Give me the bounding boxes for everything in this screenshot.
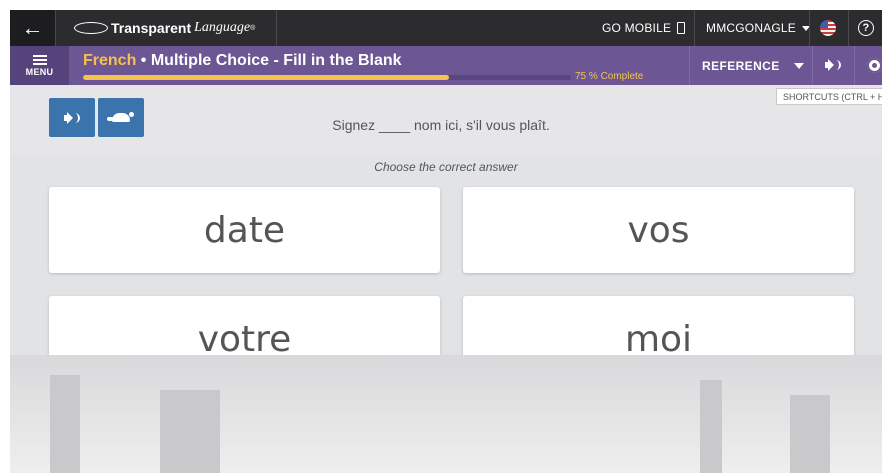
go-mobile-button[interactable]: GO MOBILE [602,10,686,46]
go-mobile-label: GO MOBILE [602,21,672,35]
divider [854,46,855,85]
instruction-text: Choose the correct answer [374,160,518,174]
username-label: MMCGONAGLE [706,21,797,35]
answer-choice[interactable]: date [49,187,440,273]
shortcuts-tooltip: SHORTCUTS (CTRL + H [776,88,882,105]
divider [55,10,56,46]
user-menu[interactable]: MMCGONAGLE [706,10,811,46]
title-separator: • [136,52,151,69]
reference-label: REFERENCE [702,58,780,73]
top-navigation-bar: ← Transparent Language ® GO MOBILE MMCGO… [10,10,882,46]
menu-hamburger-icon [32,54,47,65]
answer-choice[interactable]: vos [463,187,854,273]
reference-dropdown-icon [793,62,804,69]
language-flag-button[interactable] [820,10,836,46]
us-flag-icon [820,20,836,36]
volume-button[interactable] [825,59,841,71]
prompt-area: Signez ____ nom ici, s'il vous plaît. [10,85,882,155]
progress-bar-fill [83,75,449,80]
brand-name-italic: Language [194,20,251,35]
divider [689,46,690,85]
speaker-cone [828,59,834,71]
lesson-title: French • Multiple Choice - Fill in the B… [83,52,402,70]
progress-bar [83,75,571,80]
background-building [700,380,722,473]
brand-logo[interactable]: Transparent Language ® [74,10,255,46]
help-icon: ? [858,20,874,36]
divider [812,46,813,85]
prompt-sentence: Signez ____ nom ici, s'il vous plaît. [332,117,550,133]
reference-dropdown[interactable]: REFERENCE [702,46,804,85]
lesson-header-bar: MENU French • Multiple Choice - Fill in … [10,46,882,85]
gear-icon[interactable] [867,58,882,73]
brand-swoosh-icon [74,22,108,34]
brand-name-bold: Transparent [111,20,192,36]
phone-icon [677,22,686,34]
background-cityscape [10,355,882,473]
background-building [50,375,80,473]
app-frame: ← Transparent Language ® GO MOBILE MMCGO… [10,10,882,473]
divider [848,10,849,46]
menu-label: MENU [25,66,54,77]
back-button[interactable]: ← [10,10,55,46]
lesson-activity: Multiple Choice - Fill in the Blank [150,52,402,69]
divider [276,10,277,46]
lesson-language: French [83,52,137,69]
brand-trademark: ® [250,24,256,32]
back-arrow-icon: ← [21,15,44,40]
progress-text: 75 % Complete [575,71,644,82]
divider [809,10,810,46]
help-button[interactable]: ? [858,10,874,46]
menu-button[interactable]: MENU [10,46,69,85]
background-building [790,395,830,473]
background-building [160,390,220,473]
speaker-waves [835,60,841,70]
divider [694,10,695,46]
